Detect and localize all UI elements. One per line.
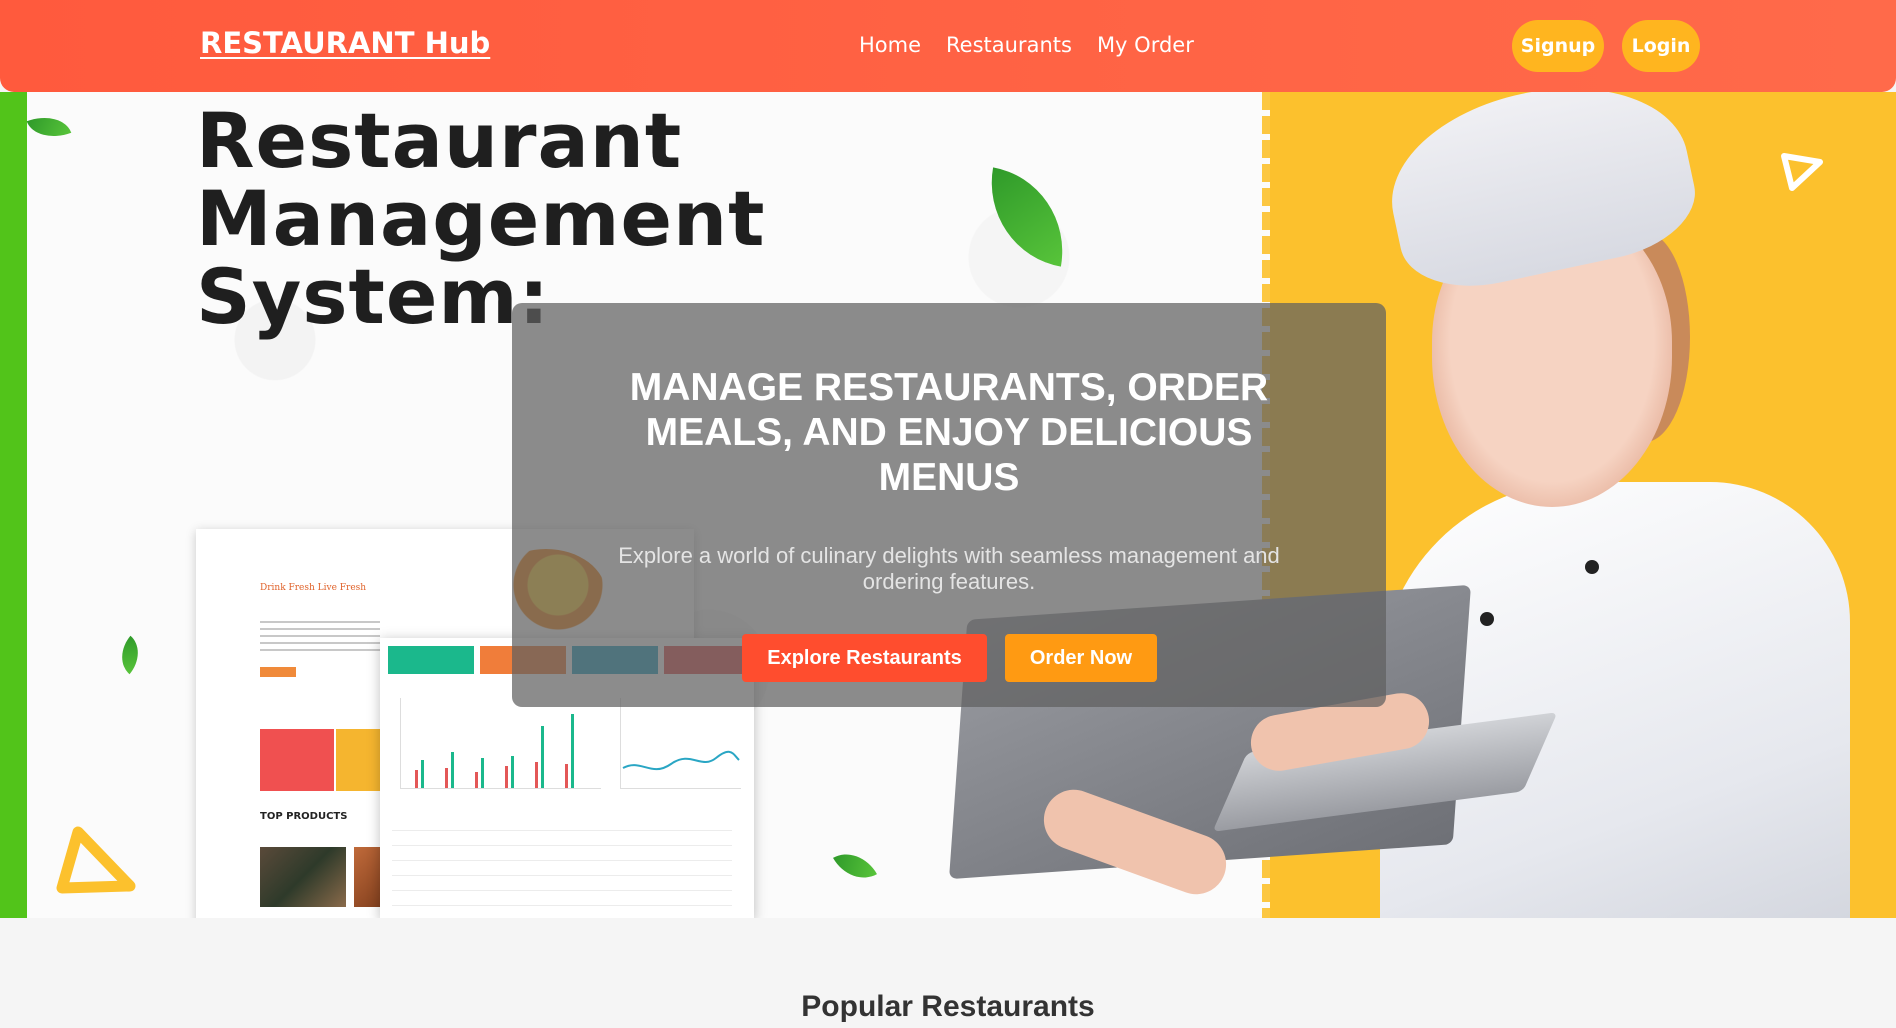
popular-heading: Popular Restaurants	[801, 990, 1095, 1023]
mockup-tagline: Drink Fresh Live Fresh	[260, 583, 367, 593]
nav-link-home[interactable]: Home	[859, 33, 921, 57]
navbar: RESTAURANT Hub Home Restaurants My Order…	[0, 0, 1896, 92]
nav-links: Home Restaurants My Order	[859, 33, 1194, 57]
mini-bar	[475, 772, 478, 788]
mini-bar	[445, 768, 448, 788]
login-button[interactable]: Login	[1622, 20, 1700, 72]
popular-section: Popular Restaurants	[0, 918, 1896, 1028]
hero-banner: Restaurant Management System: Drink Fres…	[0, 92, 1896, 918]
mini-bar	[415, 770, 418, 788]
mini-bar	[421, 760, 424, 788]
mini-bar	[565, 764, 568, 788]
mini-bar	[481, 758, 484, 788]
explore-restaurants-button[interactable]: Explore Restaurants	[742, 634, 987, 682]
signup-button[interactable]: Signup	[1512, 20, 1604, 72]
hero-heading: MANAGE RESTAURANTS, ORDER MEALS, AND ENJ…	[629, 366, 1269, 499]
banner-title: Restaurant Management System:	[196, 96, 766, 341]
mini-table	[392, 816, 732, 912]
triangle-outline-icon	[1781, 153, 1823, 191]
mockup-tile-fruits	[260, 729, 334, 791]
food-image	[260, 847, 346, 907]
mini-bar	[451, 752, 454, 788]
stat-card	[388, 646, 474, 674]
hero-overlay-card: MANAGE RESTAURANTS, ORDER MEALS, AND ENJ…	[512, 303, 1386, 707]
green-stripe	[0, 92, 27, 918]
nav-link-restaurants[interactable]: Restaurants	[946, 33, 1072, 57]
hero-subtext: Explore a world of culinary delights wit…	[618, 543, 1280, 594]
nav-link-my-order[interactable]: My Order	[1097, 33, 1194, 57]
mockup-products-label: TOP PRODUCTS	[260, 811, 348, 822]
brand-logo-link[interactable]: RESTAURANT Hub	[200, 26, 490, 60]
coat-button	[1585, 560, 1599, 574]
mini-line-chart	[620, 698, 741, 789]
mini-bar	[541, 726, 544, 788]
order-now-button[interactable]: Order Now	[1005, 634, 1157, 682]
mockup-tile-vegetables	[336, 729, 386, 791]
mini-bar	[535, 762, 538, 788]
mockup-button	[260, 667, 296, 677]
mini-bar	[511, 756, 514, 788]
mini-bar	[505, 766, 508, 788]
mini-bar-chart	[400, 698, 601, 789]
mini-bar	[571, 714, 574, 788]
mockup-text-lines	[260, 621, 380, 651]
triangle-outline-icon	[56, 826, 136, 894]
coat-button	[1480, 612, 1494, 626]
